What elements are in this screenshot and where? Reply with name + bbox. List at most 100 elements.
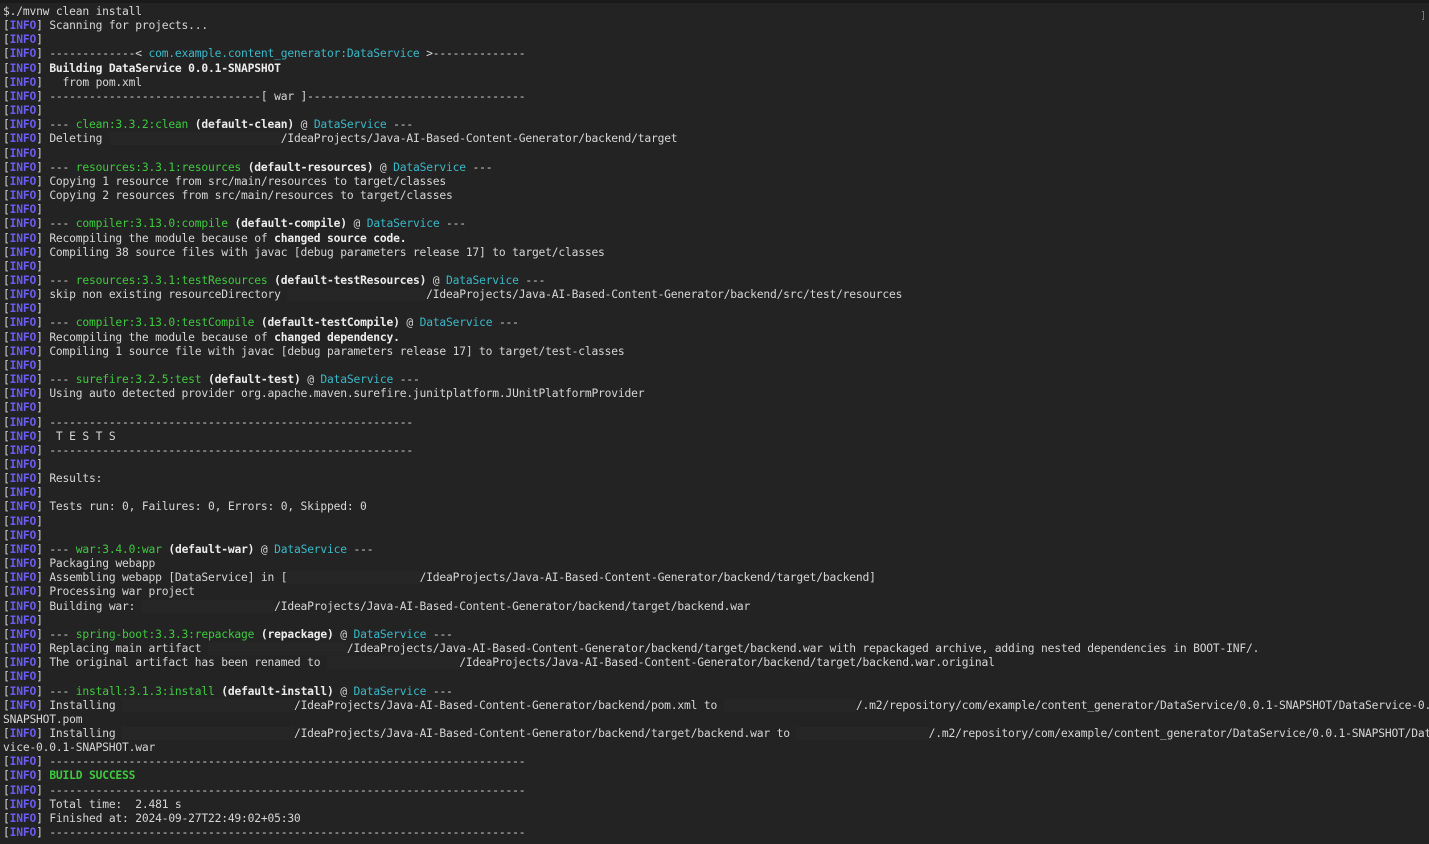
log-bracket: ] bbox=[36, 811, 50, 825]
log-bracket: [ bbox=[3, 245, 10, 259]
log-bracket: ] bbox=[36, 726, 50, 740]
log-line: [INFO] --- war:3.4.0:war (default-war) @… bbox=[3, 543, 1423, 557]
log-line: [INFO] --- compiler:3.13.0:testCompile (… bbox=[3, 316, 1423, 330]
log-text: --- bbox=[426, 627, 453, 641]
log-bracket: [ bbox=[3, 571, 10, 585]
log-line: [INFO] bbox=[3, 104, 1423, 118]
log-bracket: [ bbox=[3, 373, 10, 387]
log-level-tag: INFO bbox=[9, 642, 37, 656]
log-level-tag: INFO bbox=[9, 288, 37, 302]
log-line: [INFO] Total time: 2.481 s bbox=[3, 798, 1423, 812]
log-bracket: ] bbox=[36, 557, 50, 571]
log-line: [INFO] bbox=[3, 486, 1423, 500]
log-level-tag: INFO bbox=[9, 797, 37, 811]
log-text: -------------< bbox=[49, 47, 149, 61]
log-level-tag: INFO bbox=[9, 514, 37, 528]
redacted-path bbox=[122, 726, 294, 740]
log-line: [INFO] Scanning for projects... bbox=[3, 19, 1423, 33]
log-level-tag: INFO bbox=[9, 811, 37, 825]
log-level-tag: INFO bbox=[9, 160, 37, 174]
plugin-goal: war:3.4.0:war bbox=[75, 542, 162, 556]
log-text: /IdeaProjects/Java-AI-Based-Content-Gene… bbox=[274, 599, 751, 613]
log-level-tag: INFO bbox=[9, 344, 37, 358]
log-bracket: ] bbox=[36, 344, 50, 358]
log-level-tag: INFO bbox=[9, 726, 37, 740]
log-bracket: [ bbox=[3, 472, 10, 486]
log-line: [INFO] Deleting /IdeaProjects/Java-AI-Ba… bbox=[3, 132, 1423, 146]
log-text: ----------------------------------------… bbox=[49, 826, 526, 840]
plugin-goal: spring-boot:3.3.3:repackage bbox=[75, 627, 255, 641]
log-bracket: [ bbox=[3, 302, 10, 316]
log-text: vice-0.0.1-SNAPSHOT.war bbox=[3, 741, 156, 755]
log-level-tag: INFO bbox=[9, 656, 37, 670]
log-line: [INFO] ---------------------------------… bbox=[3, 444, 1423, 458]
log-text: Compiling 38 source files with javac [de… bbox=[49, 245, 605, 259]
log-text: --- bbox=[49, 118, 76, 132]
log-bracket: [ bbox=[3, 33, 10, 47]
log-level-tag: INFO bbox=[9, 613, 37, 627]
log-text: --- bbox=[49, 542, 76, 556]
log-text: Building war: bbox=[49, 599, 142, 613]
log-level-tag: INFO bbox=[9, 259, 37, 273]
log-bracket: [ bbox=[3, 769, 10, 783]
log-level-tag: INFO bbox=[9, 500, 37, 514]
log-text: @ bbox=[426, 273, 447, 287]
log-text: The original artifact has been renamed t… bbox=[49, 656, 327, 670]
log-level-tag: INFO bbox=[9, 146, 37, 160]
log-bracket: ] bbox=[36, 599, 50, 613]
log-text: --- bbox=[393, 373, 420, 387]
log-line: [INFO] Recompiling the module because of… bbox=[3, 331, 1423, 345]
log-text: /IdeaProjects/Java-AI-Based-Content-Gene… bbox=[293, 698, 724, 712]
log-bracket: ] bbox=[36, 146, 50, 160]
plugin-goal: compiler:3.13.0:testCompile bbox=[75, 316, 255, 330]
log-text: --- bbox=[386, 118, 413, 132]
log-level-tag: INFO bbox=[9, 316, 37, 330]
log-level-tag: INFO bbox=[9, 118, 37, 132]
log-line: [INFO] bbox=[3, 670, 1423, 684]
log-bracket: [ bbox=[3, 160, 10, 174]
build-status: BUILD SUCCESS bbox=[49, 769, 136, 783]
log-bracket: ] bbox=[36, 698, 50, 712]
log-text: Packaging webapp bbox=[49, 557, 156, 571]
log-text: --- bbox=[49, 373, 76, 387]
plugin-goal: compiler:3.13.0:compile bbox=[75, 217, 228, 231]
log-bracket: ] bbox=[36, 585, 50, 599]
log-line: [INFO] --- resources:3.3.1:resources (de… bbox=[3, 161, 1423, 175]
log-level-tag: INFO bbox=[9, 698, 37, 712]
log-bracket: [ bbox=[3, 698, 10, 712]
log-bracket: [ bbox=[3, 19, 10, 33]
log-level-tag: INFO bbox=[9, 826, 37, 840]
redacted-path bbox=[287, 288, 427, 302]
log-text: --- bbox=[492, 316, 519, 330]
log-level-tag: INFO bbox=[9, 585, 37, 599]
log-line: [INFO] bbox=[3, 302, 1423, 316]
log-text: >-------------- bbox=[419, 47, 526, 61]
bold-text: (default-war) bbox=[168, 542, 255, 556]
bold-text: (default-testResources) bbox=[274, 273, 427, 287]
log-bracket: ] bbox=[36, 642, 50, 656]
log-bracket: ] bbox=[36, 189, 50, 203]
log-level-tag: INFO bbox=[9, 89, 37, 103]
log-text: --- bbox=[439, 217, 466, 231]
terminal-window[interactable]: $./mvnw clean install [INFO] Scanning for… bbox=[0, 0, 1429, 844]
log-line: [INFO] Copying 1 resource from src/main/… bbox=[3, 175, 1423, 189]
log-bracket: [ bbox=[3, 231, 10, 245]
scroll-indicator[interactable] bbox=[1422, 11, 1424, 20]
log-bracket: [ bbox=[3, 642, 10, 656]
plugin-goal: clean:3.3.2:clean bbox=[75, 118, 189, 132]
project-name: DataService bbox=[320, 373, 394, 387]
log-line: [INFO] Results: bbox=[3, 472, 1423, 486]
log-bracket: [ bbox=[3, 542, 10, 556]
log-line: [INFO] Finished at: 2024-09-27T22:49:02+… bbox=[3, 812, 1423, 826]
terminal-output: $./mvnw clean install [INFO] Scanning for… bbox=[3, 5, 1429, 840]
log-bracket: ] bbox=[36, 472, 50, 486]
log-level-tag: INFO bbox=[9, 528, 37, 542]
log-bracket: ] bbox=[36, 769, 50, 783]
project-name: DataService bbox=[446, 273, 519, 287]
log-line: [INFO] Compiling 38 source files with ja… bbox=[3, 246, 1423, 260]
log-text: SNAPSHOT.pom bbox=[3, 712, 83, 726]
log-bracket: ] bbox=[36, 755, 50, 769]
log-line: [INFO] from pom.xml bbox=[3, 76, 1423, 90]
